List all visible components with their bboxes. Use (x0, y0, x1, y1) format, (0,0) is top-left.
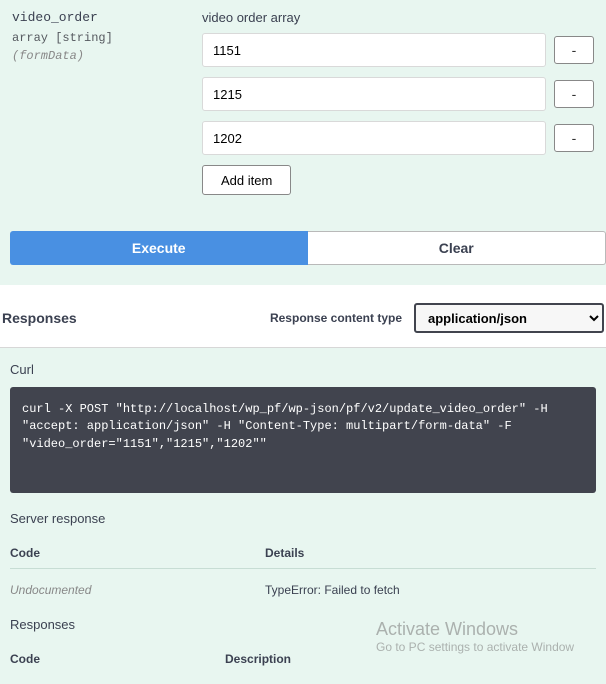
action-button-bar: Execute Clear (0, 215, 606, 285)
remove-item-button[interactable]: - (554, 36, 594, 64)
content-type-select[interactable]: application/json (414, 303, 604, 333)
add-item-button[interactable]: Add item (202, 165, 291, 195)
curl-command: curl -X POST "http://localhost/wp_pf/wp-… (10, 387, 596, 493)
responses-heading-2: Responses (10, 617, 596, 632)
remove-item-button[interactable]: - (554, 124, 594, 152)
array-item-input[interactable] (202, 77, 546, 111)
th-code: Code (10, 652, 225, 666)
array-item-input[interactable] (202, 33, 546, 67)
table-header-row: Code Details (10, 536, 596, 569)
table-header-row: Code Description (10, 642, 596, 674)
curl-heading: Curl (10, 362, 596, 377)
parameter-description: video order array (202, 10, 594, 25)
curl-section: Curl curl -X POST "http://localhost/wp_p… (0, 348, 606, 507)
th-details: Details (265, 546, 596, 560)
parameter-type: array [string] (12, 31, 182, 45)
parameter-row: video_order array [string] (formData) vi… (0, 0, 606, 215)
response-code: Undocumented (10, 583, 265, 597)
server-response-heading: Server response (10, 511, 596, 526)
responses-header: Responses Response content type applicat… (0, 285, 606, 348)
server-response-section: Server response Code Details Undocumente… (0, 507, 606, 684)
array-item-row: - (202, 121, 594, 155)
th-description: Description (225, 652, 596, 666)
content-type-label: Response content type (270, 311, 402, 325)
execute-button[interactable]: Execute (10, 231, 308, 265)
responses-title: Responses (2, 310, 270, 326)
parameter-in: (formData) (12, 49, 182, 63)
th-code: Code (10, 546, 265, 560)
array-item-row: - (202, 77, 594, 111)
clear-button[interactable]: Clear (308, 231, 606, 265)
response-details: TypeError: Failed to fetch (265, 583, 596, 597)
table-row: Undocumented TypeError: Failed to fetch (10, 569, 596, 611)
array-item-input[interactable] (202, 121, 546, 155)
parameter-meta: video_order array [string] (formData) (12, 10, 182, 195)
remove-item-button[interactable]: - (554, 80, 594, 108)
parameter-body: video order array - - - Add item (202, 10, 594, 195)
array-item-row: - (202, 33, 594, 67)
parameter-name: video_order (12, 10, 182, 25)
